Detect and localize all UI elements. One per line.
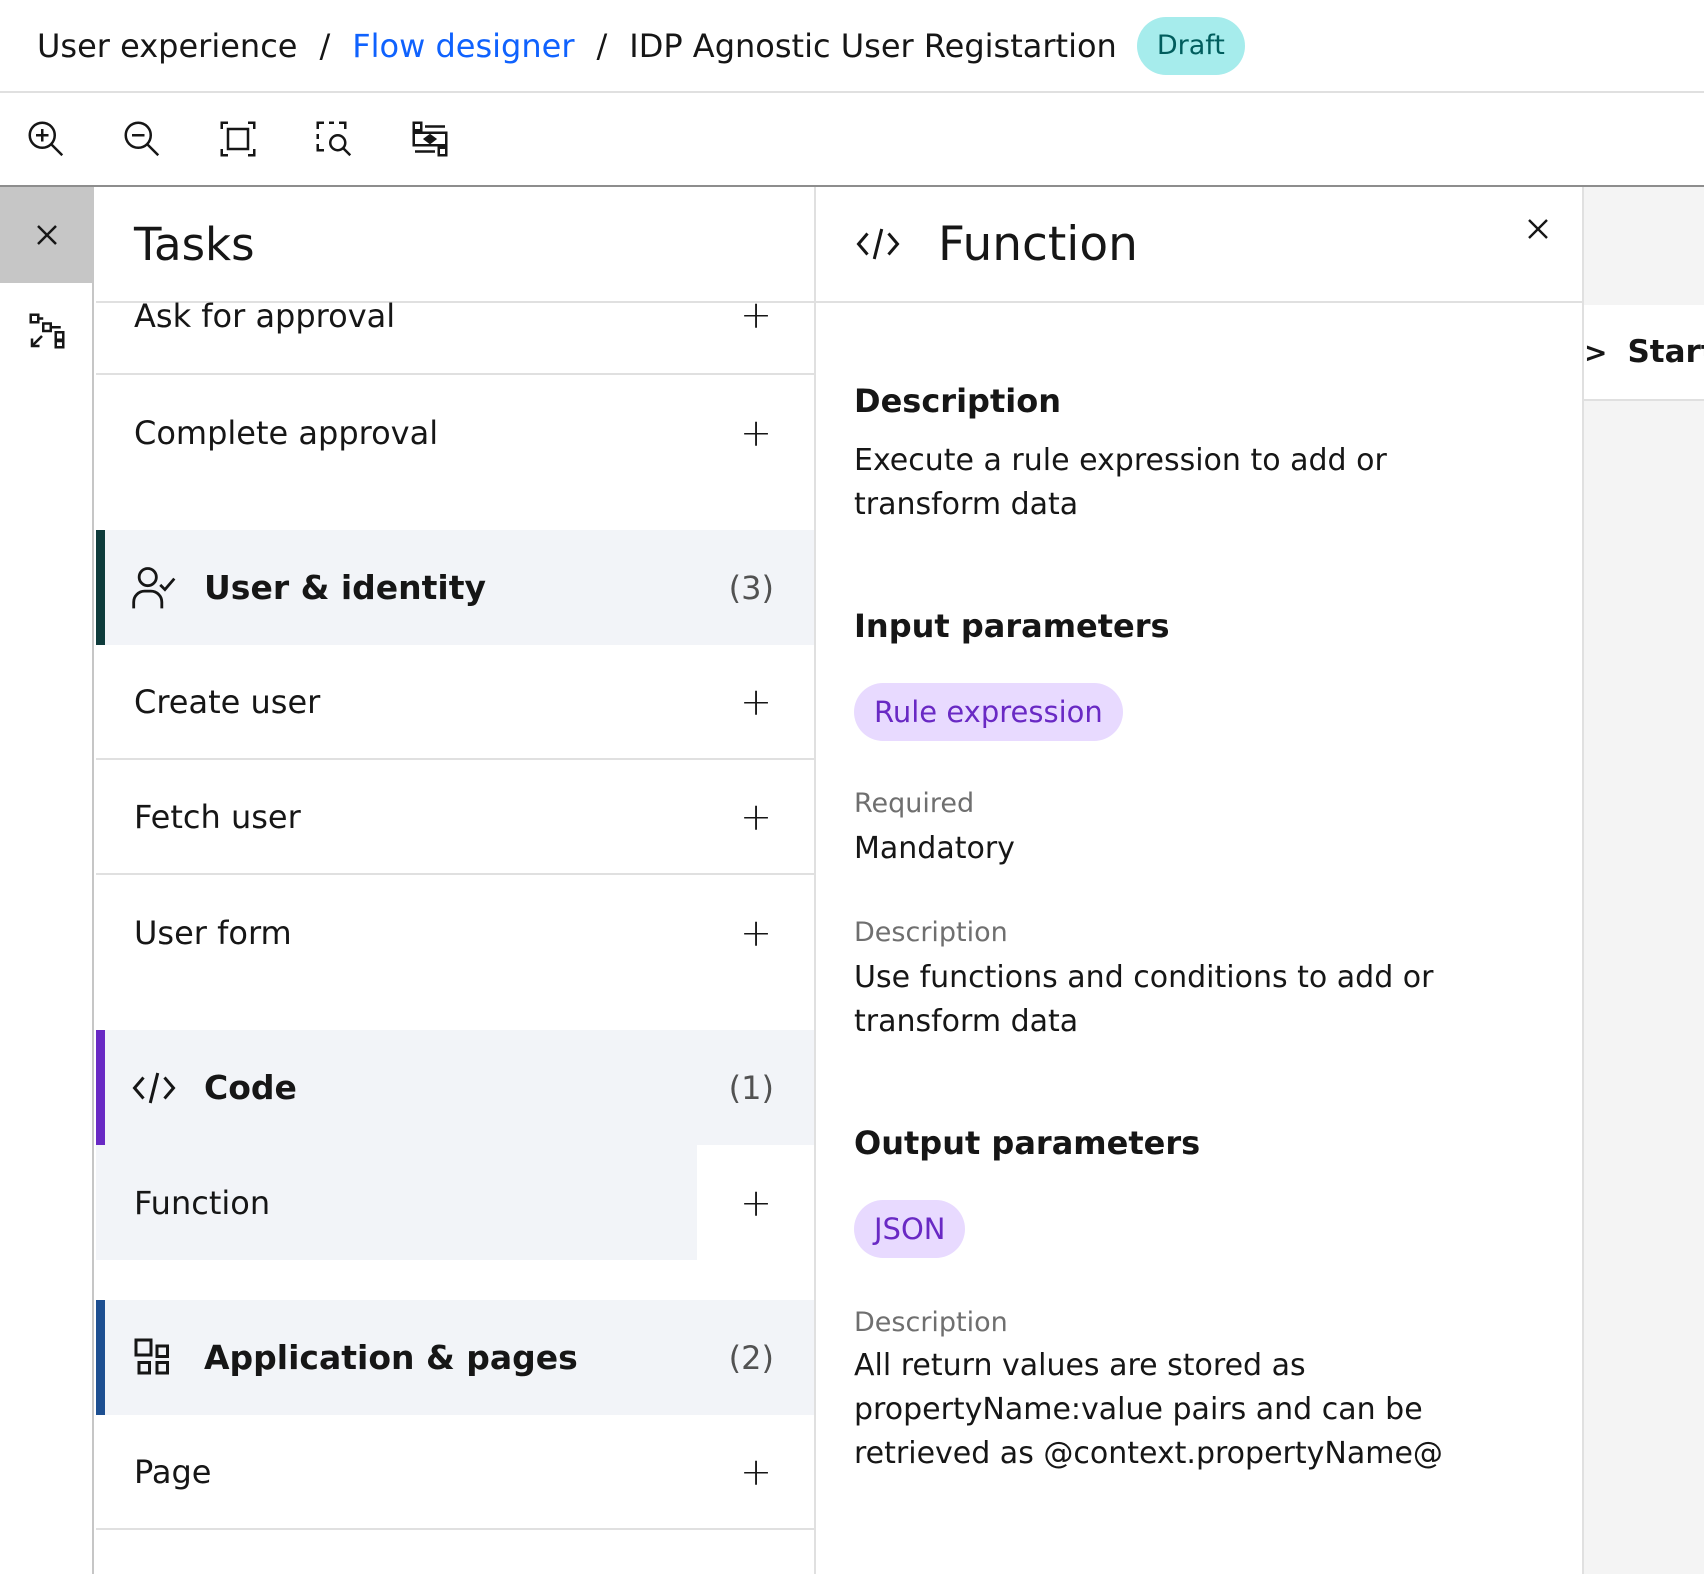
task-label: Page [134,1452,212,1491]
center-view-icon [412,121,448,157]
zoom-out-button[interactable] [120,117,164,161]
tasks-panel: Tasks Ask for approval + Complete approv… [96,187,816,1574]
category-label: User & identity [204,568,487,607]
task-label: Fetch user [134,797,301,836]
breadcrumb: User experience / Flow designer / IDP Ag… [0,0,1704,93]
chevron-right-icon: > [1584,335,1608,369]
start-node-label: Start [1627,334,1704,370]
output-description-label: Description [854,1307,1008,1338]
task-list: Ask for approval + Complete approval + U… [96,293,814,1530]
description-text: Execute a rule expression to add or tran… [854,443,1387,522]
input-parameters-heading: Input parameters [854,607,1170,645]
category-code[interactable]: Code (1) [96,1030,814,1145]
input-description-text: Use functions and conditions to add or t… [854,960,1434,1039]
category-count: (2) [728,1338,774,1377]
page-title: IDP Agnostic User Registartion [629,26,1117,65]
code-icon [856,228,900,260]
add-task-button[interactable]: + [740,1181,772,1225]
tasks-title: Tasks [134,217,255,271]
task-create-user[interactable]: Create user + [96,645,814,760]
category-count: (3) [728,568,774,607]
task-label: Create user [134,682,321,721]
function-detail-panel: Function Description Execute a rule expr… [816,187,1584,1574]
flow-tasks-icon [29,313,65,349]
description-heading: Description [854,382,1061,420]
task-user-form[interactable]: User form + [96,875,814,990]
task-ask-for-approval[interactable]: Ask for approval + [96,293,814,375]
code-icon [126,1060,182,1116]
close-icon [1528,219,1548,239]
flow-canvas[interactable]: > Start [1584,187,1704,1574]
canvas-toolbar [0,93,1704,187]
breadcrumb-flow-designer-link[interactable]: Flow designer [352,27,574,65]
required-value: Mandatory [854,831,1015,866]
task-function[interactable]: Function + [96,1145,814,1260]
fit-to-screen-button[interactable] [216,117,260,161]
output-tag-json: JSON [854,1200,966,1258]
breadcrumb-user-experience[interactable]: User experience [37,27,297,65]
flow-tasks-button[interactable] [0,283,94,379]
detail-header: Function [816,187,1582,303]
task-fetch-user[interactable]: Fetch user + [96,760,814,875]
add-task-button[interactable]: + [740,911,772,955]
task-complete-approval[interactable]: Complete approval + [96,375,814,490]
add-task-button[interactable]: + [740,795,772,839]
fit-to-screen-icon [220,121,256,157]
add-task-button[interactable]: + [740,293,772,337]
status-badge: Draft [1136,16,1245,75]
task-label: User form [134,913,292,952]
zoom-in-icon [28,121,64,157]
user-check-icon [126,560,182,616]
apps-icon [126,1330,182,1386]
category-application-pages[interactable]: Application & pages (2) [96,1300,814,1415]
start-node[interactable]: > Start [1584,305,1704,401]
task-label: Ask for approval [134,297,396,335]
output-parameters-heading: Output parameters [854,1124,1201,1162]
breadcrumb-separator: / [319,26,331,65]
close-panel-button[interactable] [0,187,94,283]
category-label: Code [204,1068,297,1107]
center-view-button[interactable] [408,117,452,161]
add-task-button[interactable]: + [740,680,772,724]
zoom-area-icon [316,121,352,157]
task-page[interactable]: Page + [96,1415,814,1530]
input-tag-rule-expression: Rule expression [854,683,1123,741]
category-user-identity[interactable]: User & identity (3) [96,530,814,645]
close-icon [37,225,57,245]
task-label: Function [134,1183,271,1222]
task-label: Complete approval [134,413,439,452]
left-rail [0,187,94,1574]
close-detail-button[interactable] [1518,209,1558,249]
add-task-button[interactable]: + [740,1450,772,1494]
tasks-header: Tasks [96,187,814,303]
required-label: Required [854,788,975,819]
category-label: Application & pages [204,1338,578,1377]
breadcrumb-separator: / [596,26,608,65]
input-description-label: Description [854,917,1008,948]
zoom-out-icon [124,121,160,157]
output-description-text: All return values are stored as property… [854,1348,1443,1471]
zoom-in-button[interactable] [24,117,68,161]
add-task-button[interactable]: + [740,411,772,455]
category-count: (1) [728,1068,774,1107]
zoom-area-button[interactable] [312,117,356,161]
detail-title: Function [938,216,1138,272]
